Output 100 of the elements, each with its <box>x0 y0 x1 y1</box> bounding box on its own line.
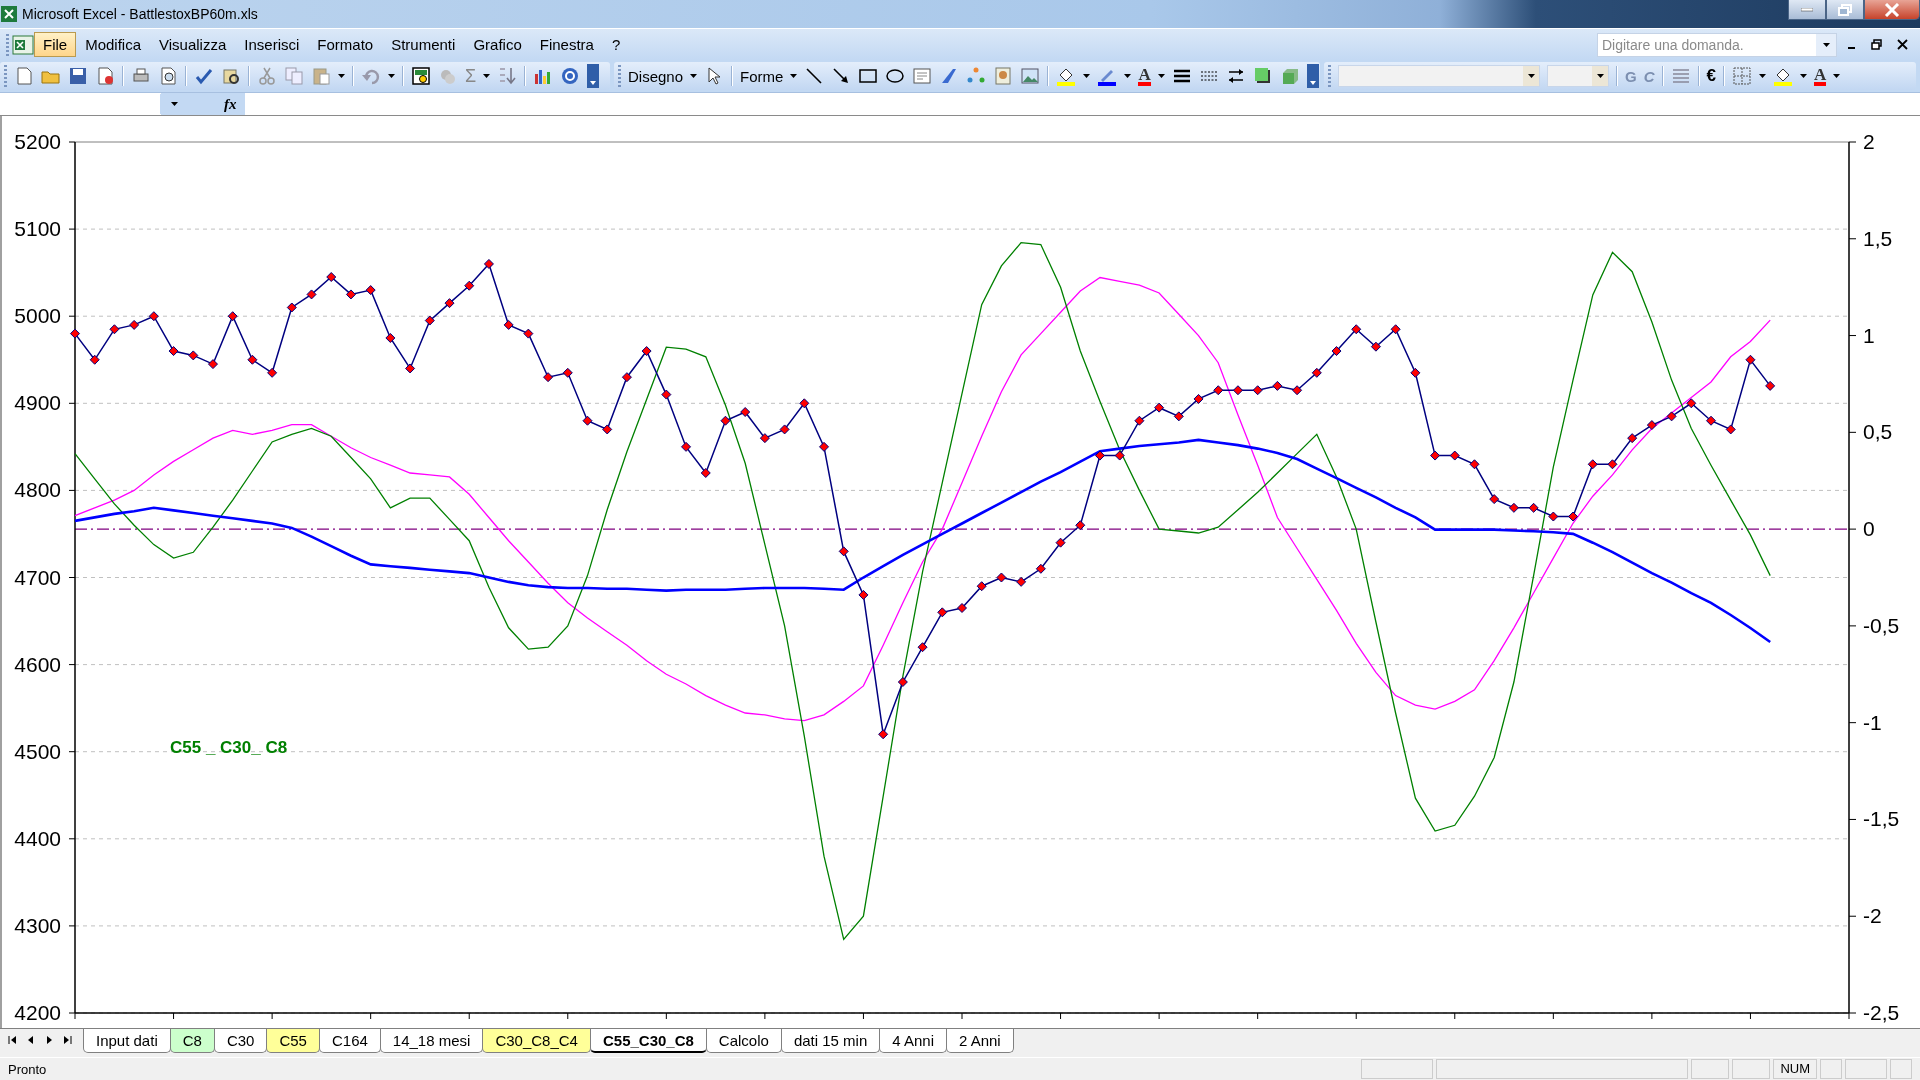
sheet-tab[interactable]: 2 Anni <box>946 1029 1014 1053</box>
dropdown-arrow-icon[interactable] <box>1759 74 1766 78</box>
sheet-tab[interactable]: 4 Anni <box>879 1029 947 1053</box>
axis-label: -0,5 <box>1863 613 1900 637</box>
menu-item[interactable]: Formato <box>308 32 383 57</box>
sort-icon[interactable] <box>497 66 518 86</box>
restore-button[interactable] <box>1826 0 1864 20</box>
status-panel <box>1890 1059 1912 1079</box>
status-panel <box>1691 1059 1730 1079</box>
last-sheet-icon[interactable] <box>62 1034 72 1046</box>
axis-label: 0,5 <box>1863 420 1893 444</box>
dropdown-arrow-icon[interactable] <box>1596 74 1604 78</box>
sheet-tab[interactable]: C8 <box>169 1029 215 1053</box>
axis-label: 4700 <box>14 565 61 589</box>
window-title: Microsoft Excel - BattlestoxBP60m.xls <box>22 6 258 22</box>
toolbar-options-icon[interactable] <box>587 64 600 88</box>
help-icon[interactable] <box>560 66 581 86</box>
axis-label: 5100 <box>14 217 61 241</box>
axis-label: 2 <box>1863 130 1875 153</box>
dropdown-arrow-icon[interactable] <box>1527 74 1535 78</box>
sheet-tab[interactable]: C164 <box>318 1029 381 1053</box>
menu-item[interactable]: Modifica <box>76 32 151 57</box>
excel-icon <box>0 5 18 23</box>
sheet-tab[interactable]: Calcolo <box>705 1029 782 1053</box>
dropdown-arrow-icon[interactable] <box>790 74 798 78</box>
axis-label: 0 <box>1863 517 1875 541</box>
status-panel <box>1820 1059 1842 1079</box>
fill-bucket-icon[interactable] <box>1773 66 1793 86</box>
status-text: Pronto <box>8 1061 47 1077</box>
sheet-tab[interactable]: C30_C8_C4 <box>482 1029 591 1053</box>
font-color-button[interactable]: A <box>1814 66 1827 86</box>
shapes-menu[interactable]: Forme <box>740 67 784 85</box>
menu-item[interactable]: Inserisci <box>235 32 309 57</box>
spellcheck-icon[interactable] <box>194 66 214 86</box>
dropdown-arrow-icon[interactable] <box>1124 74 1132 78</box>
dropdown-arrow-icon[interactable] <box>1083 74 1091 78</box>
sheet-tab[interactable]: C30 <box>213 1029 268 1053</box>
axis-label: 5000 <box>14 304 61 328</box>
excel-icon[interactable] <box>12 33 34 56</box>
close-icon <box>1884 2 1900 17</box>
axis-label: 4300 <box>14 913 61 937</box>
image-icon[interactable] <box>1020 66 1041 86</box>
menu-item[interactable]: File <box>34 32 77 57</box>
dropdown-arrow-icon[interactable] <box>690 74 698 78</box>
axis-label: -1 <box>1863 710 1882 734</box>
axis-label: -1,5 <box>1863 807 1900 831</box>
minimize-icon <box>1801 7 1813 12</box>
axis-label: -2,5 <box>1863 1001 1900 1024</box>
currency-button[interactable]: € <box>1706 66 1716 86</box>
font-color-button[interactable]: A <box>1138 66 1151 86</box>
dropdown-arrow-icon[interactable] <box>388 74 395 78</box>
axis-label: 4500 <box>14 739 61 763</box>
axis-label: -2 <box>1863 904 1882 928</box>
menu-item[interactable]: Finestra <box>530 32 603 57</box>
first-sheet-icon[interactable] <box>8 1034 18 1046</box>
chart-annotation: C55 _ C30_ C8 <box>170 738 288 757</box>
axis-label: 4600 <box>14 652 61 676</box>
name-box-dropdown-icon[interactable] <box>171 102 178 106</box>
restore-icon[interactable] <box>1871 38 1883 51</box>
toolbar-options-icon[interactable] <box>1306 64 1319 88</box>
sheet-tab[interactable]: dati 15 min <box>780 1029 881 1053</box>
dropdown-arrow-icon[interactable] <box>1157 74 1165 78</box>
dropdown-arrow-icon[interactable] <box>483 74 491 78</box>
font-size-field[interactable] <box>1547 65 1609 87</box>
dropdown-arrow-icon[interactable] <box>1833 74 1841 78</box>
dropdown-arrow-icon[interactable] <box>1800 74 1807 78</box>
fill-bucket-icon[interactable] <box>1056 66 1077 86</box>
menu-item[interactable]: ? <box>602 32 630 57</box>
num-lock-indicator: NUM <box>1773 1059 1817 1079</box>
font-name-field[interactable] <box>1338 65 1540 87</box>
dropdown-arrow-icon[interactable] <box>338 74 345 78</box>
menu-item[interactable]: Strumenti <box>382 32 465 57</box>
rectangle-icon[interactable] <box>858 66 879 86</box>
clip-art-icon[interactable] <box>993 66 1014 86</box>
menu-item[interactable]: Visualizza <box>150 32 236 57</box>
sheet-tab[interactable]: C55 <box>266 1029 320 1053</box>
axis-label: 1 <box>1863 323 1875 347</box>
function-label[interactable]: fx <box>224 95 237 113</box>
previous-sheet-icon[interactable] <box>26 1034 36 1046</box>
menu-item[interactable]: Grafico <box>464 32 531 57</box>
shadow-icon[interactable] <box>1252 66 1273 86</box>
axis-label: 1,5 <box>1863 226 1893 250</box>
status-panel <box>1845 1059 1887 1079</box>
print-preview-icon[interactable] <box>158 66 178 86</box>
minimize-button[interactable] <box>1788 0 1826 20</box>
close-icon[interactable] <box>1897 39 1908 50</box>
sheet-tab[interactable]: C55_C30_C8 <box>589 1029 707 1053</box>
axis-label: 4800 <box>14 478 61 502</box>
ellipse-icon[interactable] <box>885 66 906 86</box>
new-document-icon[interactable] <box>14 66 34 86</box>
sheet-tab[interactable]: Input dati <box>83 1029 171 1053</box>
next-sheet-icon[interactable] <box>44 1034 54 1046</box>
axis-label: 5200 <box>14 130 61 153</box>
dropdown-arrow-icon[interactable] <box>1822 42 1830 47</box>
drawing-menu[interactable]: Disegno <box>628 67 684 85</box>
sheet-tab[interactable]: 14_18 mesi <box>379 1029 484 1053</box>
help-search-field[interactable]: Digitare una domanda. <box>1597 32 1837 57</box>
close-button[interactable] <box>1864 0 1920 20</box>
save-icon[interactable] <box>68 66 88 86</box>
text-box-icon[interactable] <box>912 66 933 86</box>
